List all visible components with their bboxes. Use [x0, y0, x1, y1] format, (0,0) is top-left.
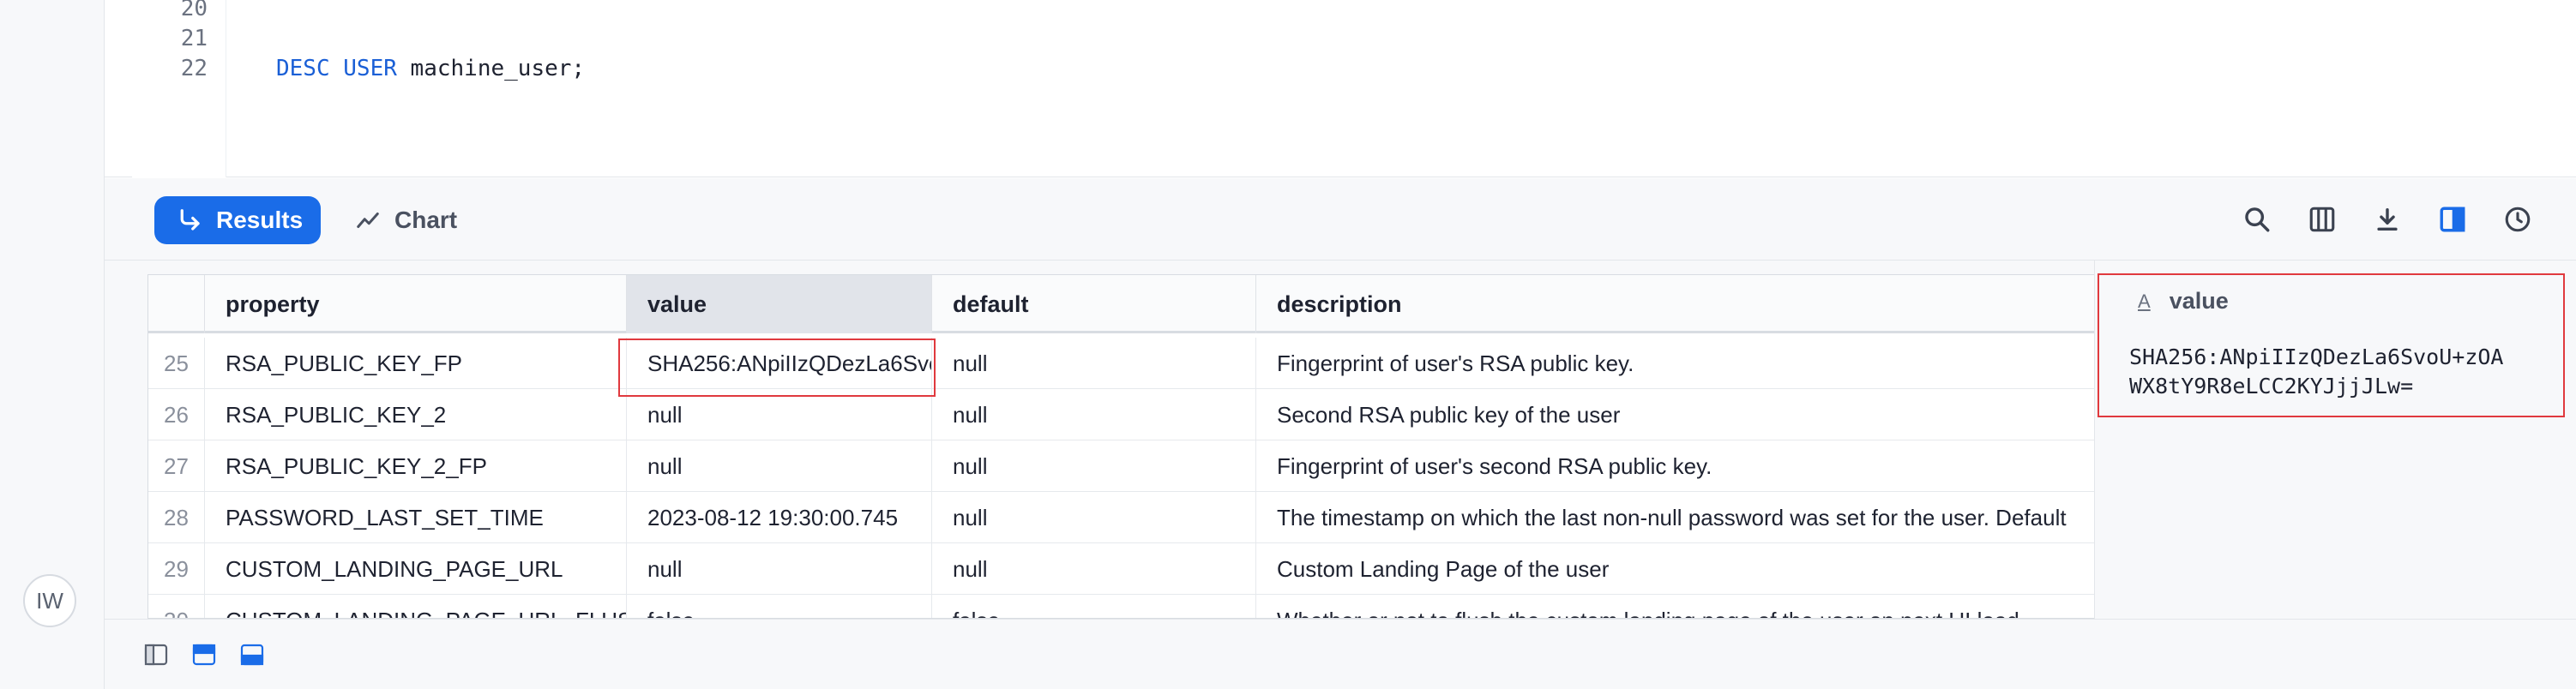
results-grid[interactable]: property value default description 25 RS…: [147, 274, 2188, 619]
cell-property[interactable]: RSA_PUBLIC_KEY_2_FP: [205, 440, 627, 492]
cell-detail-panel: A value SHA256:ANpiIIzQDezLa6SvoU+zOA WX…: [2094, 261, 2576, 619]
detail-header: A value: [2138, 288, 2229, 315]
line-number: 21: [180, 26, 208, 51]
avatar[interactable]: IW: [23, 574, 76, 627]
sql-editor[interactable]: 20 21 22 DESC USER machine_user;: [105, 0, 2576, 177]
detail-value[interactable]: SHA256:ANpiIIzQDezLa6SvoU+zOA WX8tY9R8eL…: [2129, 343, 2558, 401]
cell-value[interactable]: null: [627, 543, 932, 595]
column-header-description[interactable]: description: [1256, 275, 2188, 333]
history-icon[interactable]: [2501, 202, 2535, 237]
panel-top-icon[interactable]: [192, 644, 216, 666]
results-toolbar: Results Chart: [105, 178, 2576, 261]
line-number: 22: [180, 56, 208, 81]
cell-property[interactable]: RSA_PUBLIC_KEY_2: [205, 389, 627, 440]
chart-label: Chart: [394, 207, 458, 233]
cell-description[interactable]: Fingerprint of user's second RSA public …: [1256, 440, 2188, 492]
cell-default[interactable]: null: [932, 338, 1256, 389]
keyword: DESC: [276, 56, 330, 81]
cell-description[interactable]: Whether or not to flush the custom landi…: [1256, 595, 2188, 618]
row-number: 25: [148, 338, 205, 389]
cell-value[interactable]: null: [627, 440, 932, 492]
cell-default[interactable]: null: [932, 389, 1256, 440]
column-header-value[interactable]: value: [627, 275, 932, 333]
bottom-bar: [105, 619, 2576, 689]
cell-description[interactable]: The timestamp on which the last non-null…: [1256, 492, 2188, 543]
results-tab-button[interactable]: Results: [154, 196, 321, 244]
cell-value[interactable]: null: [627, 389, 932, 440]
cell-default[interactable]: null: [932, 543, 1256, 595]
cell-value[interactable]: SHA256:ANpiIIzQDezLa6SvoU+zOAWX8tY9R8eLC…: [627, 338, 932, 389]
column-header-default[interactable]: default: [932, 275, 1256, 333]
column-header-property[interactable]: property: [205, 275, 627, 333]
cell-property[interactable]: PASSWORD_LAST_SET_TIME: [205, 492, 627, 543]
cell-description[interactable]: Fingerprint of user's RSA public key.: [1256, 338, 2188, 389]
cell-property[interactable]: CUSTOM_LANDING_PAGE_URL_FLUSH_NEXT_UI_LO…: [205, 595, 627, 618]
cell-value[interactable]: 2023-08-12 19:30:00.745: [627, 492, 932, 543]
detail-value-line: SHA256:ANpiIIzQDezLa6SvoU+zOA: [2129, 344, 2504, 369]
text-type-icon: A: [2138, 290, 2151, 312]
split-panel-icon[interactable]: [2435, 202, 2470, 237]
cell-default[interactable]: null: [932, 492, 1256, 543]
row-number: 30: [148, 595, 205, 618]
cell-description[interactable]: Custom Landing Page of the user: [1256, 543, 2188, 595]
panel-bottom-icon[interactable]: [240, 644, 264, 666]
table-row[interactable]: 26 RSA_PUBLIC_KEY_2 null null Second RSA…: [148, 389, 2188, 440]
table-row[interactable]: 25 RSA_PUBLIC_KEY_FP SHA256:ANpiIIzQDezL…: [148, 338, 2188, 389]
search-icon[interactable]: [2240, 202, 2274, 237]
detail-value-line: WX8tY9R8eLCC2KYJjjJLw=: [2129, 374, 2414, 398]
results-arrow-icon: [180, 209, 200, 231]
grid-header-row: property value default description: [148, 275, 2188, 333]
results-panel: Results Chart property value default des: [105, 178, 2576, 619]
columns-icon[interactable]: [2305, 202, 2339, 237]
table-row[interactable]: 27 RSA_PUBLIC_KEY_2_FP null null Fingerp…: [148, 440, 2188, 492]
download-icon[interactable]: [2370, 202, 2404, 237]
detail-title: value: [2169, 288, 2229, 314]
cell-property[interactable]: RSA_PUBLIC_KEY_FP: [205, 338, 627, 389]
table-row[interactable]: 29 CUSTOM_LANDING_PAGE_URL null null Cus…: [148, 543, 2188, 595]
left-nav-rail: IW: [0, 0, 105, 689]
row-number: 28: [148, 492, 205, 543]
chart-line-icon: [357, 213, 379, 228]
keyword: USER: [343, 56, 397, 81]
results-label: Results: [216, 207, 304, 233]
table-row[interactable]: 28 PASSWORD_LAST_SET_TIME 2023-08-12 19:…: [148, 492, 2188, 543]
cell-property[interactable]: CUSTOM_LANDING_PAGE_URL: [205, 543, 627, 595]
cell-default[interactable]: null: [932, 440, 1256, 492]
code-text[interactable]: DESC USER machine_user;: [276, 51, 585, 86]
identifier: machine_user;: [396, 56, 586, 81]
panel-left-icon[interactable]: [144, 644, 168, 666]
table-row[interactable]: 30 CUSTOM_LANDING_PAGE_URL_FLUSH_NEXT_UI…: [148, 595, 2188, 618]
row-number: 26: [148, 389, 205, 440]
cell-description[interactable]: Second RSA public key of the user: [1256, 389, 2188, 440]
chart-tab-button[interactable]: Chart: [355, 196, 492, 244]
cell-value[interactable]: false: [627, 595, 932, 618]
cell-default[interactable]: false: [932, 595, 1256, 618]
rownum-header: [148, 275, 205, 333]
row-number: 29: [148, 543, 205, 595]
row-number: 27: [148, 440, 205, 492]
